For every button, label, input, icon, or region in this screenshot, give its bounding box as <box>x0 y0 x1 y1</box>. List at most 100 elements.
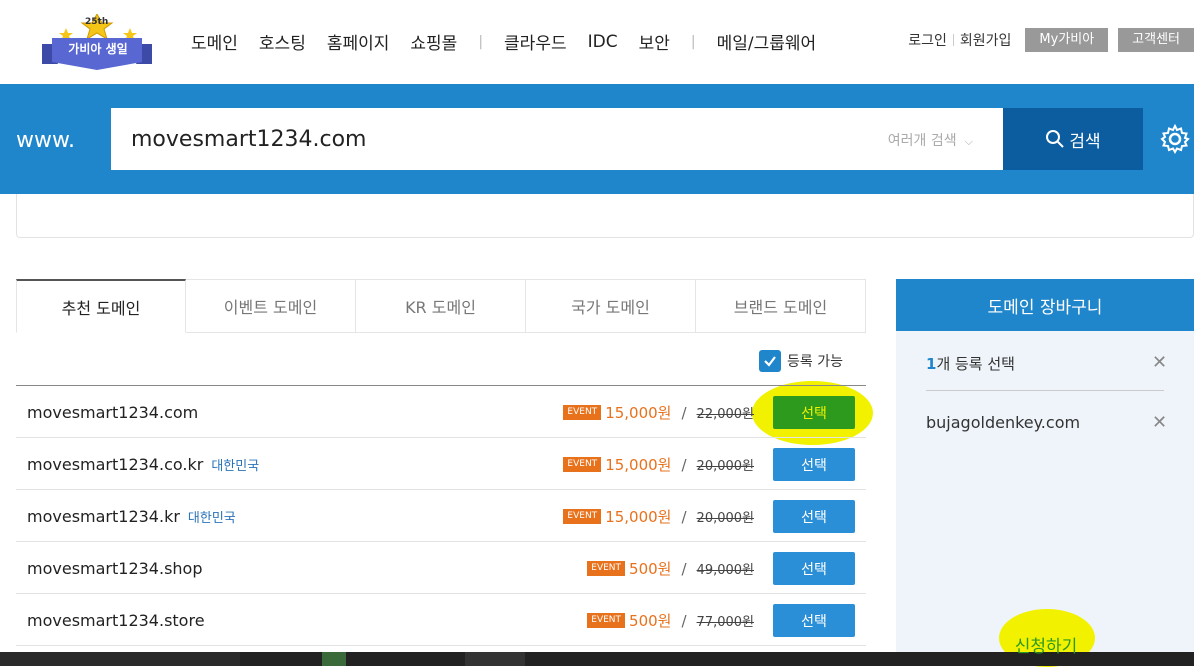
tab-brand[interactable]: 브랜드 도메인 <box>696 279 866 333</box>
logo-text: 가비아 생일 <box>68 42 128 56</box>
nav-homepage[interactable]: 홈페이지 <box>327 29 390 54</box>
domain-name-text: movesmart1234.store <box>27 611 205 630</box>
price-divider: / <box>681 507 687 526</box>
available-filter-label: 등록 가능 <box>787 354 843 370</box>
clear-all-close-icon[interactable]: ✕ <box>1152 352 1167 373</box>
remove-item-close-icon[interactable]: ✕ <box>1152 412 1167 433</box>
www-prefix: www. <box>16 128 75 153</box>
price-divider: / <box>681 559 687 578</box>
select-button[interactable]: 선택 <box>773 396 855 429</box>
top-bar: 25th 가비아 생일 도메인 호스팅 홈페이지 쇼핑몰 | 클라우드 IDC … <box>0 0 1194 84</box>
select-button[interactable]: 선택 <box>773 500 855 533</box>
signup-link[interactable]: 회원가입 <box>960 30 1012 50</box>
main-nav: 도메인 호스팅 홈페이지 쇼핑몰 | 클라우드 IDC 보안 | 메일/그룹웨어 <box>191 29 837 55</box>
domain-search-bar: www. 여러개 검색 ⌵ 검색 <box>0 84 1194 194</box>
sale-price: 15,000원 <box>605 456 672 474</box>
tab-country[interactable]: 국가 도메인 <box>526 279 696 333</box>
domain-price: EVENT 15,000원 / 20,000원 <box>563 454 754 475</box>
domain-price: EVENT 15,000원 / 20,000원 <box>563 506 754 527</box>
event-badge: EVENT <box>587 561 626 576</box>
event-badge: EVENT <box>563 405 602 420</box>
settings-gear-icon[interactable] <box>1160 123 1190 158</box>
tab-event[interactable]: 이벤트 도메인 <box>186 279 356 333</box>
tab-recommended[interactable]: 추천 도메인 <box>16 279 186 333</box>
domain-name: movesmart1234.kr 대한민국 <box>27 507 236 526</box>
domain-search-input[interactable] <box>131 122 831 156</box>
domain-row: movesmart1234.co.kr 대한민국 EVENT 15,000원 / … <box>16 438 866 490</box>
domain-name-text: movesmart1234.co.kr <box>27 455 204 474</box>
original-price: 20,000원 <box>696 459 754 474</box>
multi-search-dropdown[interactable]: 여러개 검색 ⌵ <box>888 130 973 150</box>
search-icon <box>1046 130 1065 148</box>
available-filter[interactable]: 등록 가능 <box>759 350 843 372</box>
cart-count-text: 개 등록 선택 <box>936 355 1015 373</box>
checkmark-icon <box>764 356 776 367</box>
nav-shoppingmall[interactable]: 쇼핑몰 <box>410 29 457 54</box>
select-button[interactable]: 선택 <box>773 552 855 585</box>
event-badge: EVENT <box>587 613 626 628</box>
domain-row: movesmart1234.kr 대한민국 EVENT 15,000원 / 20,… <box>16 490 866 542</box>
nav-mail-groupware[interactable]: 메일/그룹웨어 <box>717 29 817 54</box>
domain-row: movesmart1234.shop EVENT 500원 / 49,000원 … <box>16 542 866 594</box>
multi-search-label: 여러개 검색 <box>887 133 957 149</box>
domain-name: movesmart1234.com <box>27 403 198 422</box>
apply-button[interactable]: 신청하기 <box>926 622 1166 666</box>
country-label: 대한민국 <box>187 511 236 526</box>
original-price: 22,000원 <box>696 407 754 422</box>
util-divider <box>952 34 954 46</box>
domain-list: movesmart1234.com EVENT 15,000원 / 22,000… <box>16 385 866 646</box>
domain-price: EVENT 500원 / 77,000원 <box>587 610 754 631</box>
login-link[interactable]: 로그인 <box>908 30 947 50</box>
domain-name: movesmart1234.store <box>27 611 205 630</box>
domain-price: EVENT 15,000원 / 22,000원 <box>563 402 754 423</box>
event-badge: EVENT <box>563 457 602 472</box>
price-divider: / <box>681 455 687 474</box>
search-field-wrapper: 여러개 검색 ⌵ <box>111 108 1003 170</box>
select-button[interactable]: 선택 <box>773 604 855 637</box>
domain-price: EVENT 500원 / 49,000원 <box>587 558 754 579</box>
nav-idc[interactable]: IDC <box>588 32 618 52</box>
country-label: 대한민국 <box>211 459 260 474</box>
domain-row: movesmart1234.com EVENT 15,000원 / 22,000… <box>16 386 866 438</box>
price-divider: / <box>681 403 687 422</box>
cart-title: 도메인 장바구니 <box>896 279 1194 331</box>
select-button[interactable]: 선택 <box>773 448 855 481</box>
logo-badge: 25th <box>85 17 109 27</box>
cart-divider <box>926 390 1164 391</box>
event-badge: EVENT <box>563 509 602 524</box>
my-gabia-button[interactable]: My가비아 <box>1025 28 1109 52</box>
tab-kr[interactable]: KR 도메인 <box>356 279 526 333</box>
original-price: 49,000원 <box>696 563 754 578</box>
domain-row: movesmart1234.store EVENT 500원 / 77,000원… <box>16 594 866 646</box>
search-button[interactable]: 검색 <box>1003 108 1143 170</box>
strip-segment <box>322 652 346 666</box>
apply-button-label: 신청하기 <box>1014 636 1078 657</box>
domain-name-text: movesmart1234.com <box>27 403 199 422</box>
chevron-down-icon: ⌵ <box>964 135 973 148</box>
sale-price: 500원 <box>629 612 672 630</box>
utility-menu: 로그인 회원가입 My가비아 고객센터 <box>908 28 1194 52</box>
original-price: 20,000원 <box>696 511 754 526</box>
cart-count: 1개 등록 선택 <box>926 353 1015 374</box>
nav-domain[interactable]: 도메인 <box>191 29 238 54</box>
nav-divider: | <box>690 33 696 50</box>
cart-count-number: 1 <box>926 355 937 373</box>
original-price: 77,000원 <box>696 615 754 630</box>
nav-hosting[interactable]: 호스팅 <box>259 29 306 54</box>
domain-name: movesmart1234.co.kr 대한민국 <box>27 455 259 474</box>
search-result-box <box>16 194 1194 238</box>
gabia-logo[interactable]: 25th 가비아 생일 <box>38 12 156 74</box>
available-checkbox[interactable] <box>759 350 781 372</box>
customer-center-button[interactable]: 고객센터 <box>1118 28 1194 52</box>
domain-name-text: movesmart1234.kr <box>27 507 180 526</box>
nav-security[interactable]: 보안 <box>639 29 670 54</box>
nav-cloud[interactable]: 클라우드 <box>504 29 567 54</box>
nav-divider: | <box>478 33 484 50</box>
price-divider: / <box>681 611 687 630</box>
sale-price: 15,000원 <box>605 508 672 526</box>
sale-price: 500원 <box>629 560 672 578</box>
domain-cart: 도메인 장바구니 1개 등록 선택 ✕ bujagoldenkey.com ✕ … <box>896 279 1194 667</box>
strip-segment <box>465 652 525 666</box>
sale-price: 15,000원 <box>605 404 672 422</box>
domain-name: movesmart1234.shop <box>27 559 203 578</box>
